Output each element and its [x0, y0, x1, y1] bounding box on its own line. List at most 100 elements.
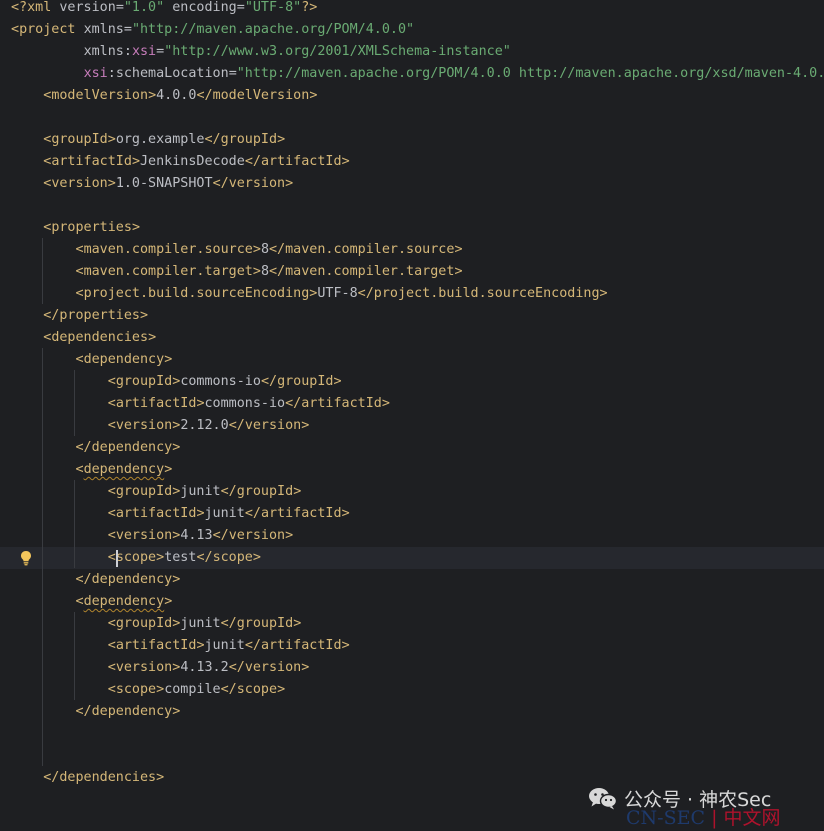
code-line[interactable]: <groupId>junit</groupId> [0, 481, 824, 503]
code-token-attr: xmlns [83, 22, 124, 37]
code-editor[interactable]: </dependencies> </dependency> <scope>com… [0, 0, 824, 831]
code-token-ns: xsi [131, 44, 157, 59]
code-line[interactable]: <scope>test</scope> [0, 547, 824, 569]
code-token-bracket: > [196, 396, 205, 411]
code-token-bracket: > [341, 506, 350, 521]
code-line[interactable]: </dependency> [0, 701, 824, 723]
code-token-ns: xsi [83, 66, 108, 81]
code-line[interactable]: <maven.compiler.source>8</maven.compiler… [0, 239, 824, 261]
code-token-bracket: < [107, 418, 116, 433]
code-line[interactable] [0, 107, 824, 129]
lightbulb-icon[interactable] [19, 550, 33, 566]
code-token-bracket: > [172, 440, 181, 455]
code-token-tag: scope [236, 682, 278, 697]
code-line[interactable]: </dependency> [0, 569, 824, 591]
code-token-bracket: </ [196, 88, 213, 103]
code-token-tag: maven.compiler.target [83, 264, 253, 279]
code-token-text: junit [180, 484, 221, 499]
code-token-tag: dependency [83, 352, 165, 367]
code-token-tag: artifactId [260, 506, 342, 521]
code-line[interactable]: <modelVersion>4.0.0</modelVersion> [0, 85, 824, 107]
code-token-bracket: < [75, 264, 84, 279]
code-line[interactable]: <properties> [0, 217, 824, 239]
code-token-text: : [107, 66, 116, 81]
code-line[interactable]: <artifactId>JenkinsDecode</artifactId> [0, 151, 824, 173]
code-line[interactable] [0, 723, 824, 745]
code-token-tag: artifactId [115, 638, 197, 653]
indent-guide [74, 480, 75, 568]
code-line-text: <scope>compile</scope> [11, 679, 285, 701]
code-token-tag: dependency [91, 440, 173, 455]
indent-guide [74, 370, 75, 436]
code-line[interactable]: <groupId>commons-io</groupId> [0, 371, 824, 393]
code-token-text: test [164, 550, 197, 565]
code-line[interactable]: <artifactId>commons-io</artifactId> [0, 393, 824, 415]
stamp-separator: | [711, 807, 718, 829]
code-line[interactable]: xmlns:xsi="http://www.w3.org/2001/XMLSch… [0, 41, 824, 63]
code-line[interactable]: <version>1.0-SNAPSHOT</version> [0, 173, 824, 195]
code-token-tag: version [244, 660, 302, 675]
code-token-text: UTF-8 [317, 286, 358, 301]
code-token-bracket: > [156, 770, 165, 785]
code-token-tag: groupId [115, 616, 173, 631]
code-line-text: <?xml version="1.0" encoding="UTF-8"?> [11, 0, 317, 19]
code-token-bracket: </ [220, 616, 237, 631]
code-token-str: "http://maven.apache.org/POM/4.0.0 http:… [236, 66, 824, 81]
code-line[interactable] [0, 195, 824, 217]
code-token-bracket: < [107, 616, 116, 631]
code-line[interactable]: <artifactId>junit</artifactId> [0, 503, 824, 525]
code-token-attr: xmlns [83, 44, 124, 59]
code-line[interactable]: <groupId>junit</groupId> [0, 613, 824, 635]
code-line[interactable]: </properties> [0, 305, 824, 327]
code-token-text: junit [204, 506, 245, 521]
code-line-text: <groupId>junit</groupId> [11, 481, 302, 503]
code-line[interactable]: <dependency> [0, 459, 824, 481]
code-line-text: <properties> [11, 217, 140, 239]
code-token-bracket: < [75, 286, 84, 301]
code-token-bracket: > [252, 550, 261, 565]
code-line[interactable]: <dependencies> [0, 327, 824, 349]
code-line-text: </dependency> [11, 569, 181, 591]
code-token-bracket: </ [212, 176, 229, 191]
code-line[interactable]: <version>2.12.0</version> [0, 415, 824, 437]
code-token-tag: dependency [91, 572, 173, 587]
code-token-tag: modelVersion [212, 88, 310, 103]
code-line[interactable]: <artifactId>junit</artifactId> [0, 635, 824, 657]
code-line[interactable]: <scope>compile</scope> [0, 679, 824, 701]
code-token-tag: maven.compiler.target [285, 264, 455, 279]
code-token-bracket: < [75, 242, 84, 257]
code-token-tag: scope [212, 550, 253, 565]
code-line[interactable]: <project.build.sourceEncoding>UTF-8</pro… [0, 283, 824, 305]
code-line[interactable]: <dependency> [0, 349, 824, 371]
code-line[interactable] [0, 745, 824, 767]
code-token-bracket: > [164, 352, 173, 367]
code-token-bracket: > [148, 88, 157, 103]
code-token-bracket: > [277, 682, 286, 697]
code-line-text: </dependencies> [11, 767, 164, 789]
code-line[interactable]: <project xmlns="http://maven.apache.org/… [0, 19, 824, 41]
code-token-bracket: </ [220, 682, 237, 697]
code-line[interactable]: <?xml version="1.0" encoding="UTF-8"?> [0, 0, 824, 19]
code-token-bracket: > [454, 242, 463, 257]
code-token-bracket: </ [260, 374, 278, 389]
code-token-bracket: </ [220, 484, 237, 499]
code-token-tag: version [115, 660, 173, 675]
code-line[interactable]: xsi:schemaLocation="http://maven.apache.… [0, 63, 824, 85]
code-token-bracket: </ [75, 440, 92, 455]
code-line[interactable]: <dependency> [0, 591, 824, 613]
code-line[interactable]: <maven.compiler.target>8</maven.compiler… [0, 261, 824, 283]
code-token-bracket: > [301, 660, 310, 675]
code-line[interactable]: <version>4.13</version> [0, 525, 824, 547]
code-line[interactable]: <version>4.13.2</version> [0, 657, 824, 679]
code-line[interactable]: <groupId>org.example</groupId> [0, 129, 824, 151]
code-token-text: = [156, 44, 165, 59]
code-line[interactable]: </dependency> [0, 437, 824, 459]
code-token-text: commons-io [180, 374, 261, 389]
